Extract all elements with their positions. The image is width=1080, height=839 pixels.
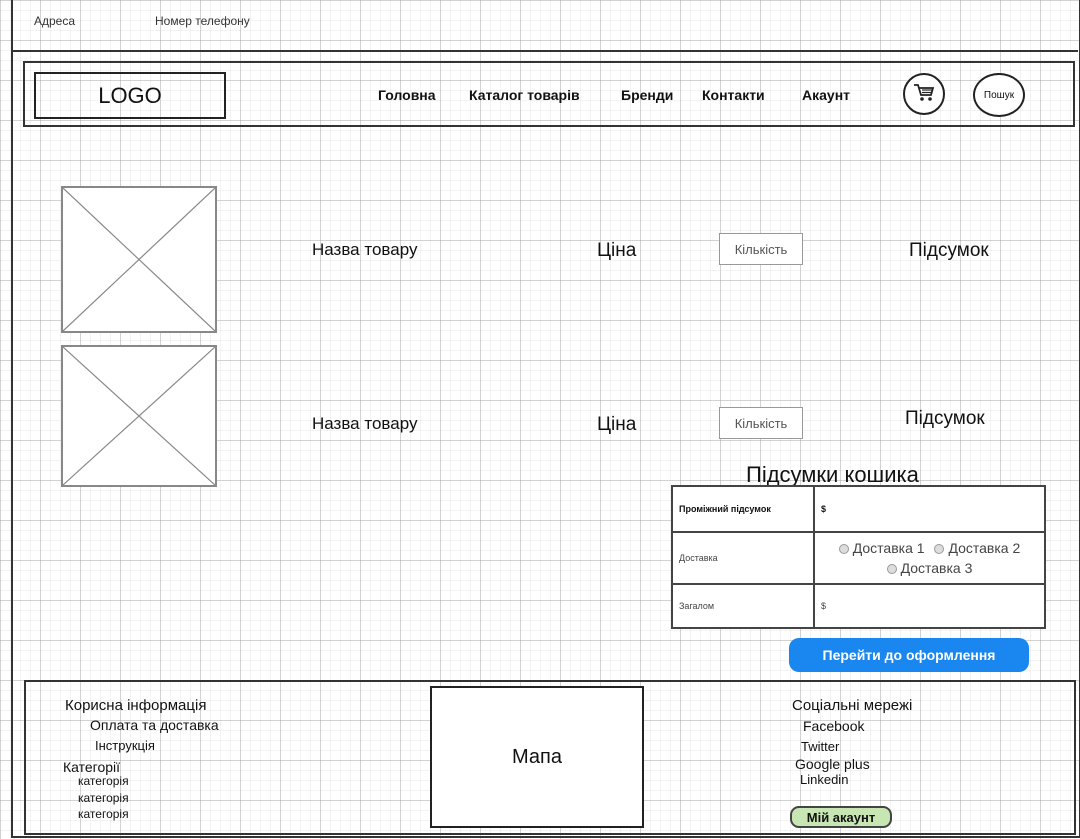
cart-totals-table: Проміжний підсумок $ Доставка Доставка 1… — [671, 485, 1046, 629]
my-account-button[interactable]: Мій акаунт — [790, 806, 892, 828]
image-placeholder-icon — [63, 188, 215, 331]
cart-button[interactable] — [903, 73, 945, 115]
total-label: Загалом — [671, 583, 815, 629]
social-twitter[interactable]: Twitter — [801, 740, 839, 753]
product-image-placeholder — [61, 345, 217, 487]
map-placeholder[interactable]: Мапа — [430, 686, 644, 828]
total-value: $ — [813, 583, 1046, 629]
subtotal-label: Проміжний підсумок — [671, 485, 815, 533]
nav-home[interactable]: Головна — [378, 87, 436, 103]
nav-brands[interactable]: Бренди — [621, 87, 673, 103]
social-google-plus[interactable]: Google plus — [795, 757, 870, 771]
category-link[interactable]: категорія — [78, 792, 129, 804]
product-name[interactable]: Назва товару — [312, 240, 417, 260]
search-button[interactable]: Пошук — [973, 73, 1025, 117]
phone-text: Номер телефону — [155, 14, 250, 28]
social-title: Соціальні мережі — [792, 697, 913, 714]
shipping-option-3[interactable]: Доставка 3 — [886, 560, 972, 576]
product-price: Ціна — [597, 240, 637, 261]
product-price: Ціна — [597, 414, 637, 435]
info-link-payment[interactable]: Оплата та доставка — [90, 718, 219, 732]
social-linkedin[interactable]: Linkedin — [800, 773, 848, 786]
category-link[interactable]: категорія — [78, 775, 129, 787]
info-title: Корисна інформація — [65, 697, 207, 714]
info-link-instructions[interactable]: Інструкція — [95, 739, 155, 752]
shipping-option-1[interactable]: Доставка 1 — [838, 540, 925, 556]
shipping-options: Доставка 1 Доставка 2 Доставка 3 — [813, 531, 1046, 585]
subtotal-value: $ — [813, 485, 1046, 533]
address-text: Адреса — [34, 14, 76, 28]
nav-catalog[interactable]: Каталог товарів — [469, 87, 580, 103]
quantity-input[interactable]: Кількість — [719, 407, 803, 439]
shipping-label: Доставка — [671, 531, 815, 585]
nav-contacts[interactable]: Контакти — [702, 87, 765, 103]
cart-icon — [913, 82, 935, 107]
product-image-placeholder — [61, 186, 217, 333]
nav-account[interactable]: Акаунт — [802, 87, 850, 103]
product-subtotal: Підсумок — [909, 240, 989, 261]
image-placeholder-icon — [63, 347, 215, 485]
category-link[interactable]: категорія — [78, 808, 129, 820]
product-subtotal: Підсумок — [905, 408, 985, 429]
social-facebook[interactable]: Facebook — [803, 719, 864, 733]
checkout-button[interactable]: Перейти до оформлення — [789, 638, 1029, 672]
radio-icon — [838, 544, 849, 555]
logo[interactable]: LOGO — [34, 72, 226, 119]
quantity-input[interactable]: Кількість — [719, 233, 803, 265]
radio-icon — [934, 544, 945, 555]
radio-icon — [886, 564, 897, 575]
shipping-option-2[interactable]: Доставка 2 — [934, 540, 1020, 556]
categories-title: Категорії — [63, 759, 121, 775]
product-name[interactable]: Назва товару — [312, 414, 417, 434]
